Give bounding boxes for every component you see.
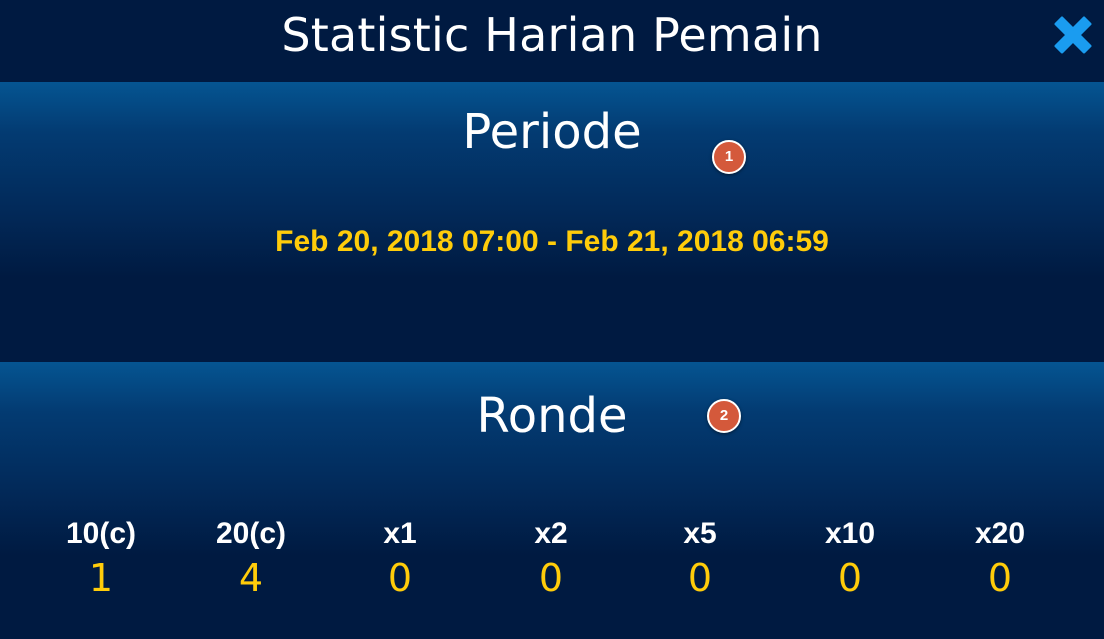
ronde-badge: 2 bbox=[707, 399, 741, 433]
stat-x2: x2 0 bbox=[491, 512, 611, 600]
close-button[interactable] bbox=[1048, 10, 1098, 60]
periode-range: Feb 20, 2018 07:00 - Feb 21, 2018 06:59 bbox=[275, 225, 829, 258]
stat-10c: 10(c) 1 bbox=[41, 512, 161, 600]
stat-x10: x10 0 bbox=[790, 512, 910, 600]
stat-label: x20 bbox=[974, 517, 1026, 550]
ronde-stats: 10(c) 1 20(c) 4 x1 0 x2 0 x5 0 x10 0 x20… bbox=[0, 512, 1104, 612]
stat-value: 4 bbox=[238, 556, 264, 600]
periode-section: Periode 1 Feb 20, 2018 07:00 - Feb 21, 2… bbox=[0, 82, 1104, 362]
stat-label: x5 bbox=[683, 517, 717, 550]
ronde-title: Ronde bbox=[476, 388, 628, 444]
periode-title: Periode bbox=[462, 104, 642, 160]
dialog-header: Statistic Harian Pemain bbox=[0, 0, 1104, 82]
stat-label: x10 bbox=[824, 517, 876, 550]
stat-label: x2 bbox=[534, 517, 568, 550]
stat-value: 1 bbox=[88, 556, 114, 600]
stat-x20: x20 0 bbox=[940, 512, 1060, 600]
stat-value: 0 bbox=[987, 556, 1013, 600]
dialog-title: Statistic Harian Pemain bbox=[281, 8, 823, 62]
ronde-section: Ronde 2 10(c) 1 20(c) 4 x1 0 x2 0 x5 0 x… bbox=[0, 362, 1104, 639]
stat-x1: x1 0 bbox=[340, 512, 460, 600]
stat-20c: 20(c) 4 bbox=[191, 512, 311, 600]
stat-value: 0 bbox=[837, 556, 863, 600]
close-icon bbox=[1054, 16, 1092, 54]
stat-value: 0 bbox=[387, 556, 413, 600]
stat-value: 0 bbox=[687, 556, 713, 600]
stat-label: x1 bbox=[383, 517, 417, 550]
stat-value: 0 bbox=[538, 556, 564, 600]
stat-label: 20(c) bbox=[215, 517, 287, 550]
player-daily-statistics-dialog: Statistic Harian Pemain Periode 1 Feb 20… bbox=[0, 0, 1104, 639]
stat-label: 10(c) bbox=[65, 517, 137, 550]
periode-badge: 1 bbox=[712, 140, 746, 174]
stat-x5: x5 0 bbox=[640, 512, 760, 600]
